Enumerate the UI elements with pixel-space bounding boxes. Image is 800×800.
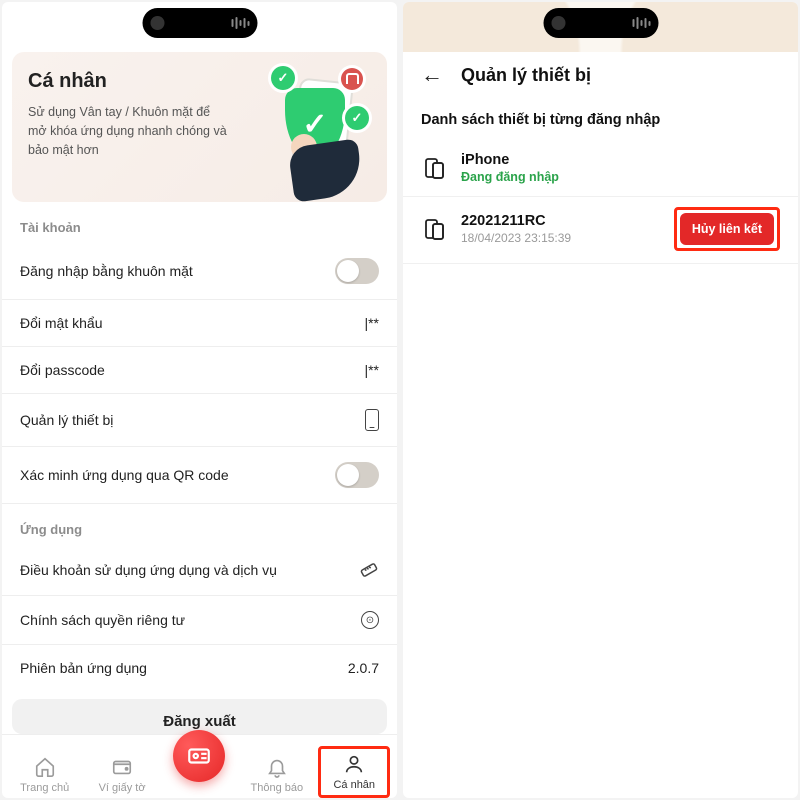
hero-card: Cá nhân Sử dụng Vân tay / Khuôn mặt để m… [12,52,387,202]
device-status-active: Đang đăng nhập [461,170,780,184]
tab-label: Thông báo [251,782,304,794]
tab-wallet[interactable]: Ví giấy tờ [86,752,158,798]
masked-value: |** [364,362,379,378]
device-phone-icon [421,156,447,180]
wallet-icon [111,756,133,778]
row-label: Quản lý thiết bị [20,412,113,428]
screen-title: Quản lý thiết bị [461,65,591,86]
section-label-app: Ứng dụng [2,504,397,545]
row-label: Xác minh ứng dụng qua QR code [20,467,229,483]
row-label: Điều khoản sử dụng ứng dụng và dịch vụ [20,562,277,578]
device-name: iPhone [461,152,780,168]
row-label: Đổi mật khẩu [20,315,102,331]
row-terms[interactable]: Điều khoản sử dụng ứng dụng và dịch vụ [2,545,397,596]
version-value: 2.0.7 [348,660,379,676]
hero-subtitle: Sử dụng Vân tay / Khuôn mặt để mở khóa ứ… [28,103,228,159]
row-change-password[interactable]: Đổi mật khẩu |** [2,300,397,347]
person-icon [343,753,365,775]
row-label: Phiên bản ứng dụng [20,660,147,676]
unlink-label: Hủy liên kết [692,222,762,236]
check-badge-icon: ✓ [345,106,369,130]
ruler-icon [359,560,379,580]
tab-home[interactable]: Trang chủ [9,752,81,798]
toggle-off-icon[interactable] [335,462,379,488]
dynamic-island [543,8,658,38]
row-verify-qr[interactable]: Xác minh ứng dụng qua QR code [2,447,397,504]
tab-label: Cá nhân [333,779,375,791]
device-row-current[interactable]: iPhone Đang đăng nhập [403,142,798,197]
row-manage-devices[interactable]: Quản lý thiết bị [2,394,397,447]
masked-value: |** [364,315,379,331]
tab-profile[interactable]: Cá nhân [318,746,390,798]
row-label: Chính sách quyền riêng tư [20,612,185,628]
unlink-button[interactable]: Hủy liên kết [680,213,774,245]
list-label: Danh sách thiết bị từng đăng nhập [403,102,798,142]
right-screen: ← Quản lý thiết bị Danh sách thiết bị từ… [403,2,798,798]
hero-illustration: ✓ ✓ [259,62,379,192]
tab-notify[interactable]: Thông báo [241,752,313,798]
phone-outline-icon [365,409,379,431]
row-label: Đăng nhập bằng khuôn mặt [20,263,193,279]
dynamic-island [142,8,257,38]
toggle-off-icon[interactable] [335,258,379,284]
row-label: Đổi passcode [20,362,105,378]
device-timestamp: 18/04/2023 23:15:39 [461,231,660,245]
device-name: 22021211RC [461,213,660,229]
row-version: Phiên bản ứng dụng 2.0.7 [2,645,397,691]
row-privacy[interactable]: Chính sách quyền riêng tư ⊙ [2,596,397,645]
row-face-login[interactable]: Đăng nhập bằng khuôn mặt [2,243,397,300]
lock-badge-icon [341,68,363,90]
left-screen: Cá nhân Sử dụng Vân tay / Khuôn mặt để m… [2,2,397,798]
keyhole-icon: ⊙ [361,611,379,629]
tab-label: Ví giấy tờ [99,782,146,794]
home-icon [34,756,56,778]
bell-icon [266,756,288,778]
device-phone-icon [421,217,447,241]
tab-label: Trang chủ [20,782,69,794]
device-row-other[interactable]: 22021211RC 18/04/2023 23:15:39 Hủy liên … [403,197,798,264]
check-badge-icon: ✓ [271,66,295,90]
tab-center-fab[interactable] [163,726,235,786]
tab-bar: Trang chủ Ví giấy tờ Thông báo Cá nhân [2,734,397,798]
section-label-account: Tài khoản [2,202,397,243]
row-change-passcode[interactable]: Đổi passcode |** [2,347,397,394]
id-card-fab-icon [173,730,225,782]
unlink-highlight: Hủy liên kết [674,207,780,251]
back-arrow-icon[interactable]: ← [421,62,443,88]
